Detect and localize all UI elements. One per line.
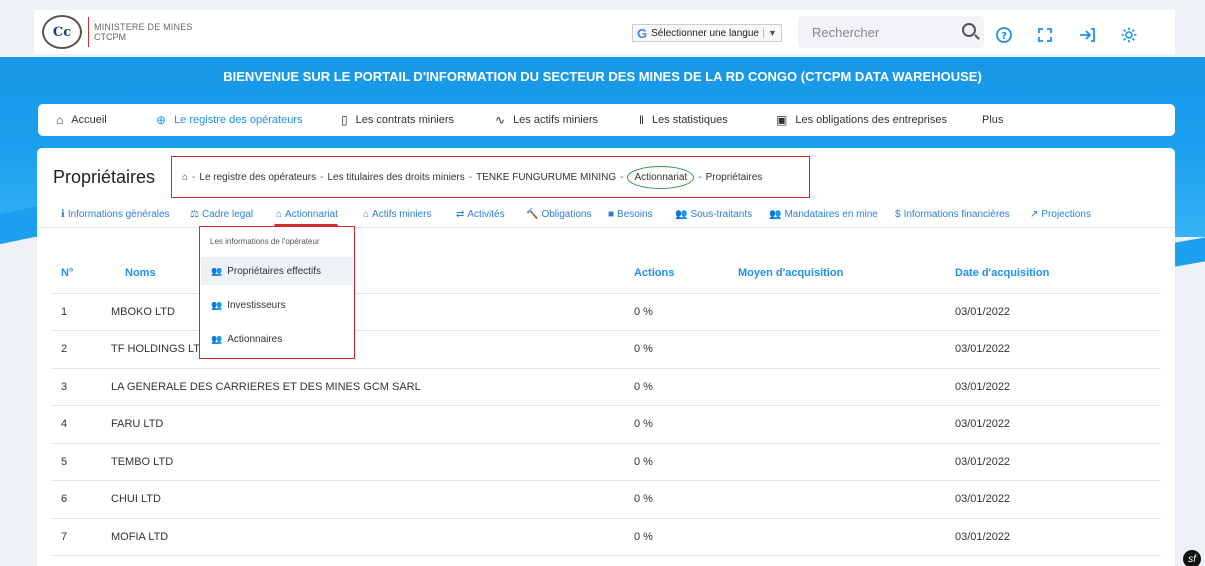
- tab-actifs-miniers[interactable]: ⌂ Actifs miniers: [363, 209, 432, 220]
- file-icon: ▯: [341, 113, 348, 127]
- column-header: N°: [51, 253, 111, 294]
- page-title: Propriétaires: [53, 167, 156, 187]
- chevron-down-icon: ▼: [763, 28, 777, 38]
- decorative-swoosh-right: [1175, 237, 1205, 267]
- dollar-icon: $: [895, 209, 901, 220]
- square-icon: ■: [608, 209, 615, 220]
- table-row: 6 CHUI LTD 0 % 03/01/2022: [51, 480, 1161, 519]
- tab-actionnariat[interactable]: ⌂ Actionnariat: [274, 209, 338, 228]
- nav-item-registre[interactable]: ⊕ Le registre des opérateurs: [156, 104, 302, 136]
- breadcrumb-item-current: Propriétaires: [705, 171, 763, 183]
- bar-chart-icon: ‖: [639, 113, 644, 127]
- bank-icon: ⌂: [276, 209, 283, 220]
- layout-icon: ▣: [776, 113, 788, 127]
- scale-icon: ⚖: [190, 209, 199, 220]
- breadcrumb: ⌂ - Le registre des opérateurs - Les tit…: [171, 156, 810, 198]
- column-header: Actions: [634, 253, 738, 294]
- table-row: 4 FARU LTD 0 % 03/01/2022: [51, 405, 1161, 444]
- tab-cadre-legal[interactable]: ⚖ Cadre legal: [190, 209, 253, 220]
- line-chart-icon: ↗: [1030, 209, 1039, 220]
- column-header: Moyen d'acquisition: [738, 253, 955, 294]
- column-header: Noms: [111, 253, 634, 294]
- gavel-icon: 🔨: [526, 209, 539, 220]
- gear-icon[interactable]: [1120, 26, 1138, 44]
- content-card: Propriétaires ⌂ - Le registre des opérat…: [37, 148, 1175, 566]
- help-icon[interactable]: ?: [995, 26, 1013, 44]
- ctcpm-logo[interactable]: Cc: [42, 15, 82, 49]
- users-icon: 👥: [675, 209, 688, 220]
- nav-item-actifs[interactable]: ∿ Les actifs miniers: [495, 104, 598, 136]
- nav-item-label: Les obligations des entreprises: [795, 114, 947, 126]
- info-icon: ℹ: [61, 209, 65, 220]
- breadcrumb-item[interactable]: Le registre des opérateurs: [199, 172, 316, 183]
- symfony-debug-icon[interactable]: sf: [1183, 550, 1201, 566]
- activity-icon: ∿: [495, 113, 506, 127]
- main-nav: ⌂ Accueil ⊕ Le registre des opérateurs ▯…: [38, 104, 1175, 136]
- table-row: 5 TEMBO LTD 0 % 03/01/2022: [51, 443, 1161, 481]
- dropdown-item-investisseurs[interactable]: 👥 Investisseurs: [201, 291, 353, 319]
- table-row: 7 MOFIA LTD 0 % 03/01/2022: [51, 518, 1161, 556]
- tab-activites[interactable]: ⇄ Activités: [456, 209, 505, 220]
- actionnariat-dropdown-menu: Les informations de l'opérateur 👥 Propri…: [199, 226, 355, 359]
- users-icon: 👥: [211, 333, 223, 344]
- nav-item-obligations[interactable]: ▣ Les obligations des entreprises: [776, 104, 947, 136]
- nav-item-label: Les statistiques: [651, 114, 728, 126]
- breadcrumb-item[interactable]: Actionnariat: [627, 165, 695, 189]
- language-select-label: Sélectionner une langue: [651, 27, 759, 39]
- tab-besoins[interactable]: ■ Besoins: [608, 209, 653, 220]
- google-icon: G: [637, 25, 648, 41]
- exchange-icon: ⇄: [456, 209, 465, 220]
- tab-mandataires[interactable]: 👥 Mandataires en mine: [769, 209, 878, 220]
- globe-icon: ⊕: [156, 113, 167, 127]
- nav-item-label: Le registre des opérateurs: [174, 114, 303, 126]
- search-input[interactable]: Rechercher: [798, 16, 984, 48]
- column-header: Date d'acquisition: [955, 253, 1161, 294]
- search-placeholder: Rechercher: [812, 24, 880, 40]
- nav-item-accueil[interactable]: ⌂ Accueil: [56, 104, 107, 136]
- bank-icon: ⌂: [363, 209, 370, 220]
- nav-item-label: Les actifs miniers: [513, 114, 599, 126]
- brand-text: MINISTERE DE MINES CTCPM: [88, 17, 193, 47]
- tab-informations-financieres[interactable]: $ Informations financières: [895, 209, 1010, 220]
- banner-title: BIENVENUE SUR LE PORTAIL D'INFORMATION D…: [223, 69, 982, 84]
- brand-line-2: CTCPM: [94, 32, 126, 42]
- nav-item-contrats[interactable]: ▯ Les contrats miniers: [341, 104, 454, 136]
- language-select[interactable]: G Sélectionner une langue ▼: [632, 24, 782, 42]
- table-row: 3 LA GENERALE DES CARRIERES ET DES MINES …: [51, 368, 1161, 406]
- search-icon[interactable]: [962, 23, 976, 37]
- nav-item-plus[interactable]: Plus: [982, 104, 1003, 136]
- home-icon[interactable]: ⌂: [182, 172, 188, 183]
- tab-informations-generales[interactable]: ℹ Informations générales: [61, 209, 170, 220]
- users-icon: 👥: [211, 265, 223, 276]
- home-icon: ⌂: [56, 113, 64, 127]
- top-bar: Cc MINISTERE DE MINES CTCPM G Sélectionn…: [34, 10, 1175, 54]
- operator-tabs: ℹ Informations générales ⚖ Cadre legal ⌂ Ac…: [37, 206, 1175, 228]
- tab-sous-traitants[interactable]: 👥 Sous-traitants: [675, 209, 752, 220]
- nav-item-label: Plus: [982, 114, 1004, 126]
- breadcrumb-item[interactable]: TENKE FUNGURUME MINING: [476, 172, 616, 183]
- fullscreen-icon[interactable]: [1036, 26, 1054, 44]
- users-icon: 👥: [211, 299, 223, 310]
- nav-item-label: Les contrats miniers: [355, 114, 455, 126]
- brand-line-1: MINISTERE DE MINES: [94, 22, 193, 32]
- dropdown-item-proprietaires-effectifs[interactable]: 👥 Propriétaires effectifs: [201, 257, 353, 285]
- tab-projections[interactable]: ↗ Projections: [1030, 209, 1091, 220]
- nav-item-label: Accueil: [71, 114, 107, 126]
- login-icon[interactable]: [1078, 26, 1096, 44]
- tab-obligations[interactable]: 🔨 Obligations: [526, 209, 591, 220]
- nav-item-statistiques[interactable]: ‖ Les statistiques: [639, 104, 728, 136]
- dropdown-item-actionnaires[interactable]: 👥 Actionnaires: [201, 325, 353, 353]
- users-icon: 👥: [769, 209, 782, 220]
- breadcrumb-item[interactable]: Les titulaires des droits miniers: [327, 172, 464, 183]
- dropdown-header: Les informations de l'opérateur: [210, 237, 320, 246]
- svg-text:?: ?: [1001, 31, 1007, 42]
